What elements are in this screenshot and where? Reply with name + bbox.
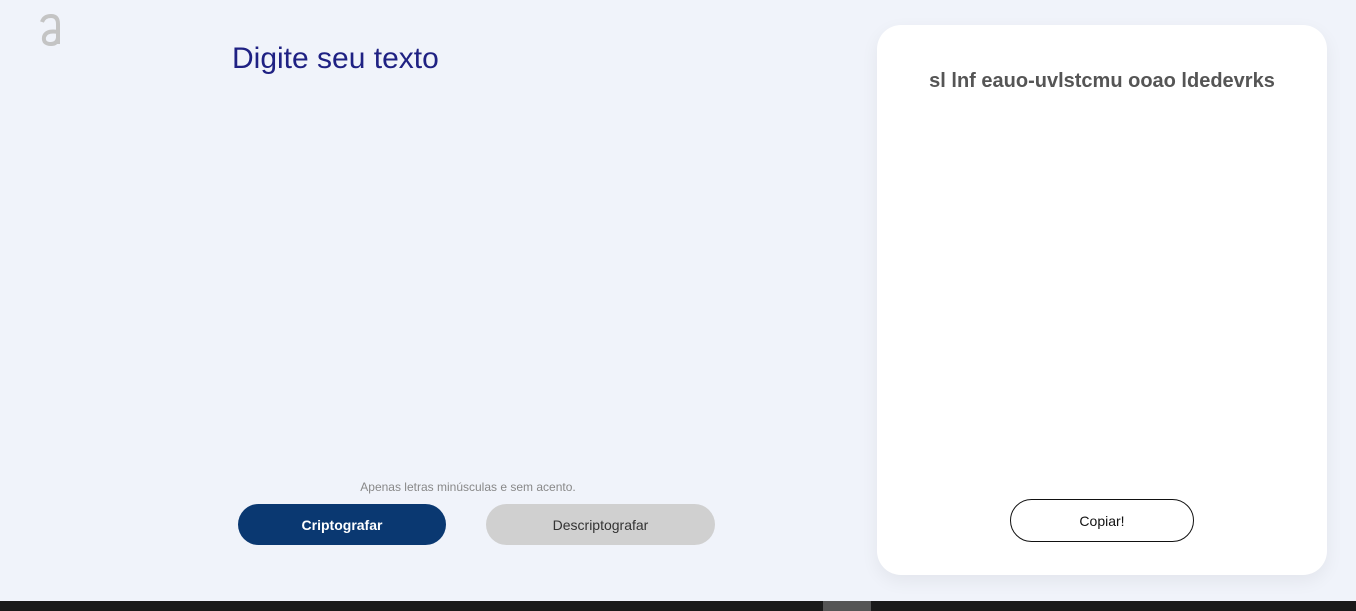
output-card: sl lnf eauo-uvlstcmu ooao ldedevrks Copi… xyxy=(877,25,1327,575)
output-text: sl lnf eauo-uvlstcmu ooao ldedevrks xyxy=(929,70,1275,92)
taskbar-item[interactable] xyxy=(823,601,871,611)
copy-button[interactable]: Copiar! xyxy=(1010,499,1194,542)
decrypt-button[interactable]: Descriptografar xyxy=(486,504,715,545)
encrypt-button[interactable]: Criptografar xyxy=(238,504,446,545)
taskbar xyxy=(0,601,1356,611)
alura-logo-icon xyxy=(40,13,60,47)
text-input[interactable] xyxy=(232,100,836,464)
app-page: Digite seu texto Apenas letras minúscula… xyxy=(0,0,1356,601)
input-hint: Apenas letras minúsculas e sem acento. xyxy=(360,480,576,494)
page-title: Digite seu texto xyxy=(232,42,439,75)
